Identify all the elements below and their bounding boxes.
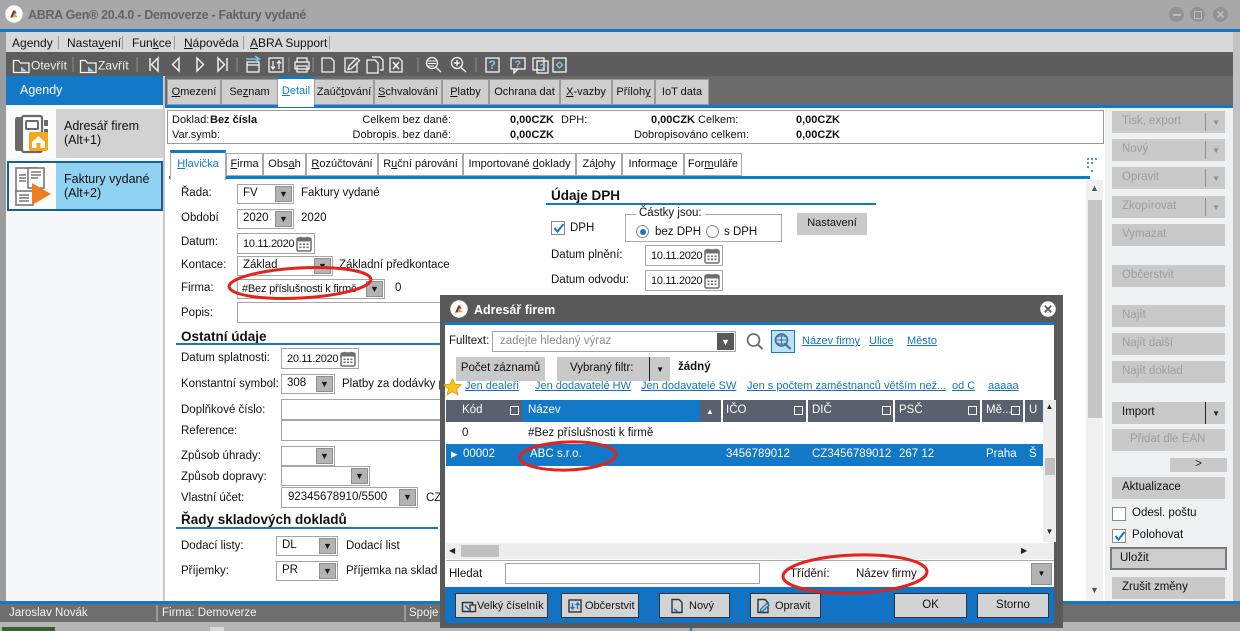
svg-text:Otevřít: Otevřít <box>31 59 68 73</box>
svg-text:?: ? <box>540 62 547 74</box>
svg-text:?: ? <box>515 59 521 71</box>
svg-text:?: ? <box>489 58 496 72</box>
svg-text:Zavřít: Zavřít <box>98 59 129 73</box>
